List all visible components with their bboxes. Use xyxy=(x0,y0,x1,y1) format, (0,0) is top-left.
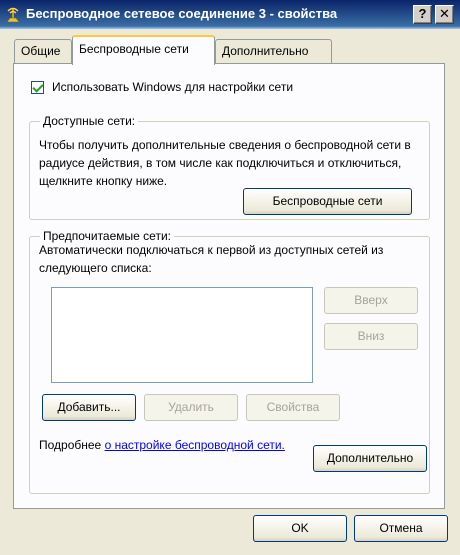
use-windows-label: Использовать Windows для настройки сети xyxy=(52,80,294,94)
learn-more-link[interactable]: о настройке беспроводной сети. xyxy=(105,438,285,452)
close-button[interactable]: ✕ xyxy=(435,5,454,24)
tab-wireless-networks[interactable]: Беспроводные сети xyxy=(72,35,215,65)
add-network-button[interactable]: Добавить... xyxy=(42,394,136,421)
use-windows-checkbox[interactable] xyxy=(31,80,44,94)
remove-network-button[interactable]: Удалить xyxy=(144,394,238,421)
use-windows-checkbox-row[interactable]: Использовать Windows для настройки сети xyxy=(31,80,293,94)
learn-more-text: Подробнее о настройке беспроводной сети. xyxy=(39,437,307,453)
title-bar[interactable]: Беспроводное сетевое соединение 3 - свой… xyxy=(0,0,460,29)
tab-panel: Использовать Windows для настройки сети … xyxy=(13,63,445,509)
move-up-button[interactable]: Вверх xyxy=(324,287,418,314)
network-connection-icon xyxy=(6,7,20,23)
window-title: Беспроводное сетевое соединение 3 - свой… xyxy=(26,6,338,21)
available-networks-heading: Доступные сети: xyxy=(40,114,139,128)
cancel-button[interactable]: Отмена xyxy=(354,515,448,542)
help-button[interactable]: ? xyxy=(413,5,432,24)
ok-button[interactable]: OK xyxy=(253,515,347,542)
preferred-networks-description: Автоматически подключаться к первой из д… xyxy=(39,243,384,275)
preferred-networks-list[interactable] xyxy=(51,287,313,383)
available-networks-description: Чтобы получить дополнительные сведения о… xyxy=(39,138,411,188)
advanced-button[interactable]: Дополнительно xyxy=(313,445,427,472)
tab-advanced[interactable]: Дополнительно xyxy=(215,39,332,63)
move-down-button[interactable]: Вниз xyxy=(324,323,418,350)
tab-general[interactable]: Общие xyxy=(14,39,72,63)
network-properties-button[interactable]: Свойства xyxy=(246,394,340,421)
learn-more-prefix: Подробнее xyxy=(39,438,102,452)
view-wireless-networks-button[interactable]: Беспроводные сети xyxy=(243,188,412,215)
